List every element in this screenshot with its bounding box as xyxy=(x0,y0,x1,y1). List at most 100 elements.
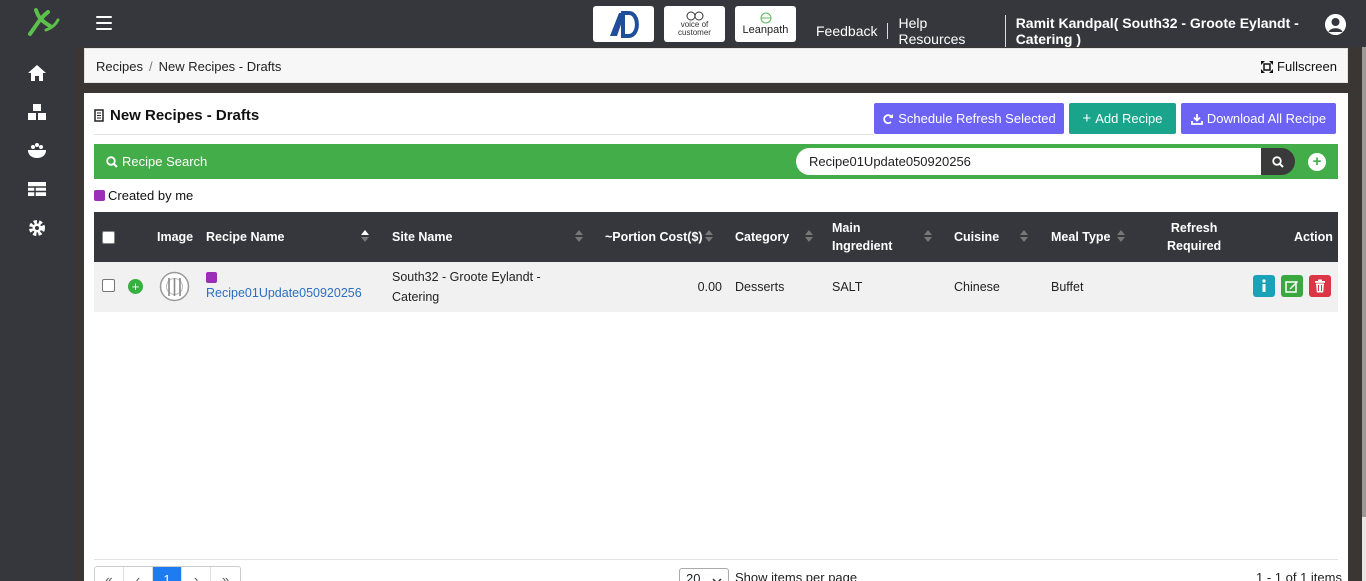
page-title: New Recipes - Drafts xyxy=(94,107,259,124)
current-page-button[interactable]: 1 xyxy=(153,567,182,581)
legend-label: Created by me xyxy=(108,188,194,203)
first-page-button[interactable]: « xyxy=(95,567,124,581)
expand-row-icon[interactable]: + xyxy=(128,279,143,294)
cuisine-cell: Chinese xyxy=(954,280,1000,294)
sidebar-item-home[interactable] xyxy=(26,62,48,84)
gear-icon xyxy=(29,220,45,236)
next-page-button[interactable]: › xyxy=(182,567,211,581)
select-all-checkbox[interactable] xyxy=(102,230,115,244)
sort-active-icon[interactable] xyxy=(361,228,369,244)
site-name-line1: South32 - Groote Eylandt - xyxy=(392,270,541,284)
row-select-cell xyxy=(102,279,115,292)
recipe-search-title: Recipe Search xyxy=(106,154,207,169)
sidebar-item-settings[interactable] xyxy=(26,217,48,239)
schedule-refresh-label: Schedule Refresh Selected xyxy=(898,111,1056,126)
sort-icon[interactable] xyxy=(705,228,713,244)
fullscreen-label: Fullscreen xyxy=(1277,59,1337,74)
voc-line-2: customer xyxy=(678,28,711,37)
page-scrollbar-thumb[interactable] xyxy=(1362,47,1366,517)
menu-toggle-icon[interactable] xyxy=(96,16,112,30)
row-checkbox[interactable] xyxy=(102,279,115,292)
created-by-me-marker xyxy=(206,272,217,283)
recipes-card: New Recipes - Drafts Schedule Refresh Se… xyxy=(84,93,1348,581)
prev-page-button[interactable]: ‹ xyxy=(124,567,153,581)
legend-swatch xyxy=(94,190,105,201)
feedback-link[interactable]: Feedback xyxy=(806,23,889,39)
refresh-icon xyxy=(883,113,894,124)
delete-button[interactable] xyxy=(1309,275,1331,297)
header-cuisine[interactable]: Cuisine xyxy=(954,212,999,262)
meal-type-cell: Buffet xyxy=(1051,280,1084,294)
breadcrumb: Recipes / New Recipes - Drafts xyxy=(96,59,281,74)
recipe-search-label: Recipe Search xyxy=(122,154,208,169)
portion-cost-cell: 0.00 xyxy=(697,280,722,294)
drafts-icon xyxy=(94,109,104,122)
sidebar-item-reports[interactable] xyxy=(26,178,48,200)
sort-icon[interactable] xyxy=(924,228,932,244)
download-all-button[interactable]: Download All Recipe xyxy=(1181,103,1336,134)
header-main-ingredient[interactable]: Main Ingredient xyxy=(832,212,892,262)
trash-icon xyxy=(1315,279,1325,293)
main-ingredient-cell: SALT xyxy=(832,280,863,294)
header-portion-cost[interactable]: ~Portion Cost($) xyxy=(605,212,703,262)
breadcrumb-bar: Recipes / New Recipes - Drafts Fullscree… xyxy=(84,48,1348,83)
user-avatar-icon[interactable] xyxy=(1325,14,1346,35)
sort-icon[interactable] xyxy=(575,228,583,244)
fullscreen-button[interactable]: Fullscreen xyxy=(1261,59,1337,74)
table-header: Image Recipe Name Site Name ~Portion Cos… xyxy=(94,212,1338,262)
title-divider xyxy=(94,134,874,135)
table-row: + Recipe01Update050920256 South32 - Groo… xyxy=(94,262,1338,312)
items-per-page-select[interactable]: 20 xyxy=(679,568,729,581)
recipe-name-link[interactable]: Recipe01Update050920256 xyxy=(206,283,362,303)
voice-of-customer-button[interactable]: voice of customer xyxy=(664,6,725,42)
category-cell: Desserts xyxy=(735,280,785,294)
food-bowl-icon xyxy=(28,143,46,158)
header-main-ingredient-line1: Main xyxy=(832,221,861,235)
header-main-ingredient-line2: Ingredient xyxy=(832,239,893,253)
ad-logo-icon xyxy=(609,11,639,38)
download-icon xyxy=(1190,113,1203,125)
help-resources-link[interactable]: Help Resources xyxy=(888,15,1006,47)
header-refresh-line1: Refresh xyxy=(1170,221,1218,235)
sidebar xyxy=(0,47,74,581)
home-icon xyxy=(28,65,46,81)
search-submit-button[interactable] xyxy=(1261,148,1295,175)
header-recipe-name[interactable]: Recipe Name xyxy=(206,212,285,262)
header-action: Action xyxy=(1294,230,1333,244)
last-page-button[interactable]: » xyxy=(211,567,240,581)
leanpath-button[interactable]: Leanpath xyxy=(735,6,796,42)
search-icon xyxy=(106,155,118,168)
sort-icon[interactable] xyxy=(1117,228,1125,244)
sort-icon[interactable] xyxy=(805,228,813,244)
user-name[interactable]: Ramit Kandpal( South32 - Groote Eylandt … xyxy=(1006,15,1366,47)
header-meal-type[interactable]: Meal Type xyxy=(1051,212,1111,262)
header-site-name[interactable]: Site Name xyxy=(392,212,452,262)
top-links: Feedback Help Resources Ramit Kandpal( S… xyxy=(806,15,1366,47)
leanpath-label: Leanpath xyxy=(742,24,789,36)
sort-icon[interactable] xyxy=(1020,228,1028,244)
header-category[interactable]: Category xyxy=(735,212,789,262)
expand-icon xyxy=(1261,60,1274,73)
table-icon xyxy=(28,182,46,196)
edit-button[interactable] xyxy=(1281,275,1303,297)
breadcrumb-recipes[interactable]: Recipes xyxy=(96,59,143,74)
advanced-search-button[interactable]: + xyxy=(1308,153,1326,171)
select-all-cell xyxy=(102,212,115,262)
sidebar-item-recipes[interactable] xyxy=(26,139,48,161)
items-count-info: 1 - 1 of 1 items xyxy=(1256,570,1342,581)
add-recipe-button[interactable]: + Add Recipe xyxy=(1069,103,1176,134)
sidebar-item-inventory[interactable] xyxy=(26,101,48,123)
ad-brand-button[interactable] xyxy=(593,6,654,42)
schedule-refresh-button[interactable]: Schedule Refresh Selected xyxy=(874,103,1064,134)
boxes-icon xyxy=(28,104,46,120)
info-icon xyxy=(1262,279,1266,292)
plate-cutlery-icon xyxy=(159,271,190,302)
info-button[interactable] xyxy=(1253,275,1275,297)
created-by-me-legend: Created by me xyxy=(94,188,193,203)
breadcrumb-separator: / xyxy=(148,59,153,74)
leanpath-logo-icon xyxy=(760,12,771,24)
app-logo-icon[interactable] xyxy=(22,4,62,40)
plus-circle-icon: + xyxy=(1312,153,1322,170)
items-per-page-label: Show items per page xyxy=(735,570,858,581)
recipe-search-input[interactable] xyxy=(796,148,1262,175)
